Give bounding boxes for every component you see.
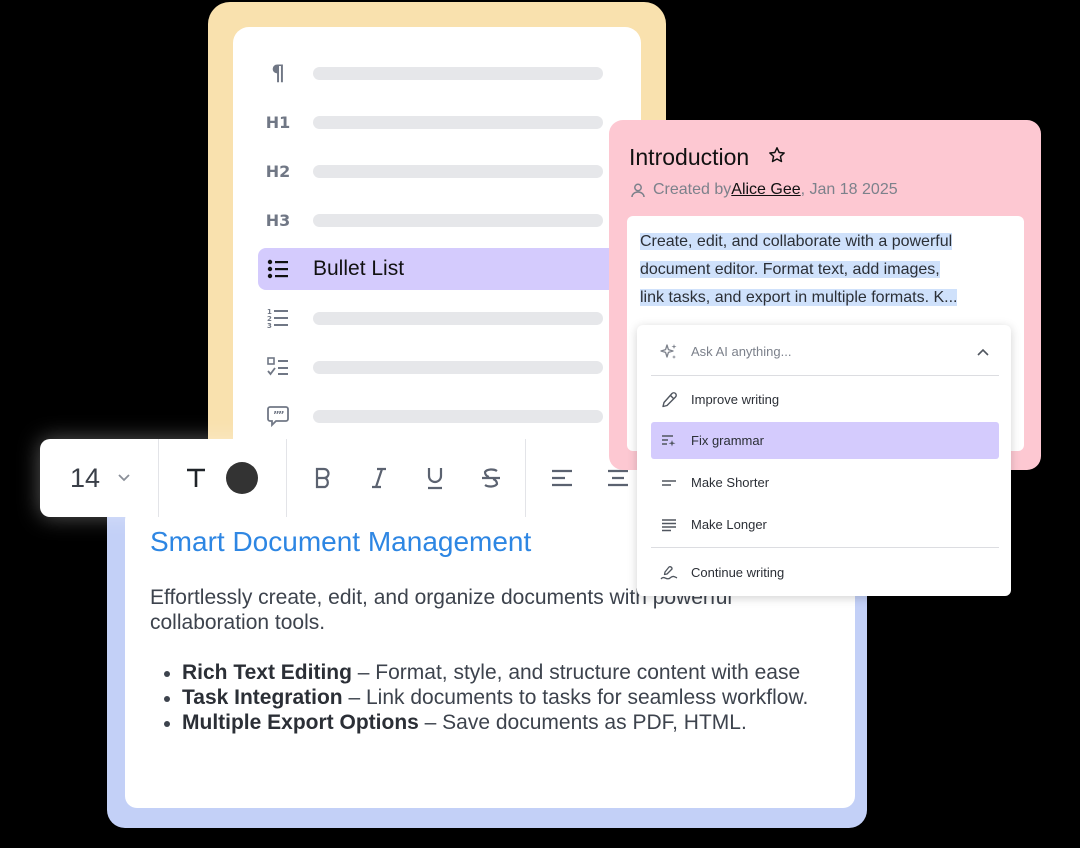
- quote-icon: ””: [258, 395, 298, 437]
- divider: [651, 375, 999, 376]
- svg-text:”: ”: [278, 410, 285, 421]
- continue-writing-icon: [657, 565, 681, 581]
- placeholder-bar: [313, 360, 603, 374]
- bold-icon: [315, 467, 330, 489]
- block-item-bullet-list[interactable]: Bullet List: [258, 248, 641, 290]
- strikethrough-button[interactable]: [479, 466, 503, 490]
- align-center-button[interactable]: [606, 469, 630, 487]
- ai-item-make-longer[interactable]: Make Longer: [651, 506, 999, 543]
- block-item-label: Bullet List: [313, 257, 405, 280]
- feature-text: – Link documents to tasks for seamless w…: [342, 686, 809, 709]
- list-item: Rich Text Editing – Format, style, and s…: [160, 660, 840, 685]
- pen-icon: [657, 391, 681, 408]
- list-item: Multiple Export Options – Save documents…: [160, 710, 840, 735]
- italic-button[interactable]: [367, 467, 391, 489]
- text-style-button[interactable]: [184, 467, 208, 489]
- ai-item-label: Make Shorter: [691, 475, 770, 490]
- make-longer-icon: [657, 518, 681, 532]
- make-shorter-icon: [657, 478, 681, 488]
- ask-ai-placeholder: Ask AI anything...: [691, 344, 792, 359]
- feature-list: Rich Text Editing – Format, style, and s…: [160, 660, 840, 735]
- ai-item-label: Improve writing: [691, 392, 780, 407]
- heading1-icon: H1: [265, 112, 291, 132]
- placeholder-bar: [313, 213, 603, 227]
- meta-prefix: Created by: [653, 181, 732, 198]
- align-left-icon: [552, 469, 572, 487]
- underline-button[interactable]: [423, 466, 447, 490]
- align-left-button[interactable]: [550, 469, 574, 487]
- underline-icon: [427, 468, 443, 490]
- document-title: Smart Document Management: [150, 526, 532, 557]
- feature-text: – Format, style, and structure content w…: [351, 661, 801, 684]
- paragraph-icon: ¶: [271, 61, 285, 85]
- user-icon: [631, 183, 645, 198]
- feature-text: – Save documents as PDF, HTML.: [418, 711, 747, 734]
- divider: [651, 547, 999, 548]
- italic-icon: [372, 467, 386, 489]
- checklist-icon: [258, 346, 298, 388]
- ai-item-label: Make Longer: [691, 517, 767, 532]
- font-size-value: 14: [70, 462, 101, 493]
- ask-ai-input[interactable]: Ask AI anything...: [651, 333, 999, 370]
- heading2-icon: H2: [265, 161, 291, 181]
- author-link[interactable]: Alice Gee: [731, 181, 800, 199]
- bullet-list-icon: [258, 248, 298, 290]
- placeholder-bar: [313, 66, 603, 80]
- star-icon[interactable]: [768, 143, 786, 169]
- created-by-meta: Created by Alice Gee , Jan 18 2025: [631, 181, 898, 199]
- feature-name: Multiple Export Options: [182, 711, 419, 734]
- sparkle-icon: [657, 343, 681, 361]
- selected-text[interactable]: Create, edit, and collaborate with a pow…: [640, 228, 1010, 312]
- block-item-heading3[interactable]: H3: [258, 199, 641, 241]
- font-size-select[interactable]: 14: [40, 439, 159, 517]
- feature-name: Rich Text Editing: [182, 661, 352, 684]
- placeholder-bar: [313, 115, 603, 129]
- text-style-group: [159, 439, 287, 517]
- text-line: link tasks, and export in multiple forma…: [640, 289, 958, 306]
- bold-button[interactable]: [311, 467, 335, 489]
- chevron-down-icon: [118, 469, 130, 487]
- fix-grammar-icon: [657, 434, 681, 448]
- inline-format-group: [287, 439, 526, 517]
- numbered-list-icon: 123: [258, 297, 298, 339]
- block-item-numbered-list[interactable]: 123: [258, 297, 641, 339]
- block-item-checklist[interactable]: [258, 346, 641, 388]
- align-center-icon: [608, 469, 628, 487]
- ai-item-label: Continue writing: [691, 565, 785, 580]
- placeholder-bar: [313, 164, 603, 178]
- ai-item-fix-grammar[interactable]: Fix grammar: [651, 422, 999, 459]
- list-item: Task Integration – Link documents to tas…: [160, 685, 840, 710]
- ai-item-label: Fix grammar: [691, 433, 764, 448]
- placeholder-bar: [313, 409, 603, 423]
- text-line: document editor. Format text, add images…: [640, 261, 940, 278]
- ai-item-continue-writing[interactable]: Continue writing: [651, 554, 999, 591]
- block-item-quote[interactable]: ””: [258, 395, 641, 437]
- block-item-heading2[interactable]: H2: [258, 150, 641, 192]
- chevron-up-icon[interactable]: [977, 348, 989, 356]
- block-type-menu: ¶ H1 H2 H3 Bullet List 123 ””: [233, 27, 641, 467]
- ai-item-make-shorter[interactable]: Make Shorter: [651, 464, 999, 501]
- text-line: Create, edit, and collaborate with a pow…: [640, 233, 953, 250]
- created-date: , Jan 18 2025: [800, 181, 898, 198]
- introduction-title: Introduction: [629, 143, 786, 171]
- block-item-heading1[interactable]: H1: [258, 101, 641, 143]
- text-color-swatch[interactable]: [226, 462, 258, 494]
- block-item-paragraph[interactable]: ¶: [258, 52, 641, 94]
- page-title: Introduction: [629, 144, 750, 170]
- heading3-icon: H3: [265, 210, 291, 230]
- ai-item-improve-writing[interactable]: Improve writing: [651, 381, 999, 418]
- svg-text:3: 3: [267, 322, 272, 329]
- strikethrough-icon: [482, 468, 500, 488]
- text-icon: [187, 468, 205, 487]
- formatting-toolbar: 14: [40, 439, 680, 517]
- feature-name: Task Integration: [182, 686, 343, 709]
- ai-assistant-menu: Ask AI anything... Improve writing Fix g…: [637, 325, 1011, 596]
- placeholder-bar: [313, 311, 603, 325]
